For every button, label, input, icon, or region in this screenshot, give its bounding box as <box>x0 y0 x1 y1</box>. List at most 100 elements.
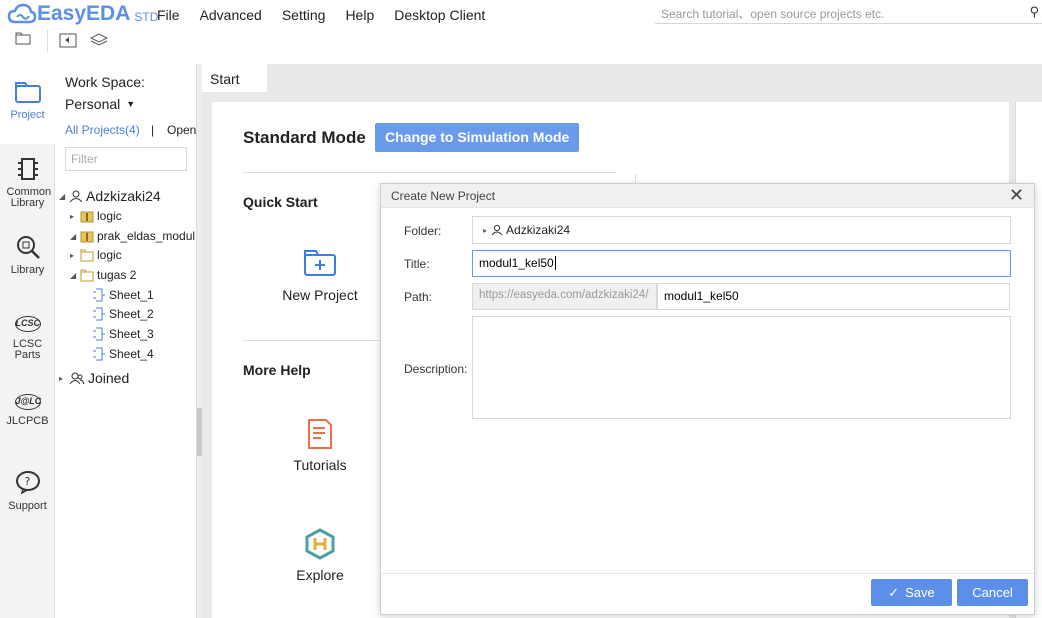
open-link[interactable]: Open <box>167 123 196 137</box>
jlc-icon: J@LC <box>14 394 41 410</box>
folder-zip-icon <box>80 211 94 222</box>
folder-select[interactable]: ▸ Adzkizaki24 <box>472 216 1011 244</box>
rail-common-library-label: Common Library <box>6 186 52 209</box>
divider <box>243 172 616 173</box>
caret-expanded-icon: ◢ <box>70 270 77 280</box>
path-input[interactable]: modul1_kel50 <box>657 283 1010 310</box>
schematic-sheet-icon <box>93 307 105 321</box>
tree-item-label: prak_eldas_modul <box>97 229 196 243</box>
workspace-select[interactable]: Personal ▼ <box>65 96 135 112</box>
link-separator: | <box>151 123 155 137</box>
tree-item[interactable]: ◢ tugas 2 <box>70 268 136 282</box>
path-value: modul1_kel50 <box>664 289 739 303</box>
filter-input[interactable]: Filter <box>65 147 187 171</box>
tree-sheet-label: Sheet_2 <box>109 307 154 321</box>
rail-support[interactable]: ? Support <box>0 470 55 512</box>
save-label: Save <box>905 585 935 600</box>
caret-expanded-icon: ◢ <box>59 191 66 201</box>
tab-start[interactable]: Start <box>202 64 267 92</box>
caret-collapsed-icon: ▸ <box>59 373 64 383</box>
tab-start-label: Start <box>210 71 240 87</box>
tree-sheet[interactable]: Sheet_2 <box>92 307 154 321</box>
rail-library[interactable]: Library <box>0 234 55 276</box>
caret-collapsed-icon: ▸ <box>483 225 488 235</box>
tree-item-label: logic <box>97 248 122 262</box>
close-icon[interactable]: ✕ <box>1009 185 1024 206</box>
folder-icon <box>80 269 94 281</box>
search-input[interactable]: Search tutorial、open source projects etc… <box>655 2 1042 24</box>
toolbar-divider <box>47 30 48 52</box>
menu-setting[interactable]: Setting <box>282 7 326 23</box>
rail-support-label: Support <box>8 500 47 512</box>
tutorials-label: Tutorials <box>293 457 347 473</box>
caret-collapsed-icon: ▸ <box>70 250 75 260</box>
menu-file[interactable]: File <box>157 7 180 23</box>
hexagon-h-icon <box>305 528 335 560</box>
explore-tile[interactable]: Explore <box>290 528 350 583</box>
tree-sheet[interactable]: Sheet_4 <box>92 347 154 361</box>
tree-sheet-label: Sheet_3 <box>109 327 154 341</box>
tree-joined-label: Joined <box>88 370 130 386</box>
text-cursor <box>554 256 556 270</box>
tree-sheet-label: Sheet_1 <box>109 288 154 302</box>
help-icon: ? <box>15 471 40 495</box>
tree-item[interactable]: ▸ logic <box>70 209 122 223</box>
schematic-sheet-icon <box>93 327 105 341</box>
layers-icon[interactable] <box>90 32 108 48</box>
tutorials-tile[interactable]: Tutorials <box>290 418 350 473</box>
save-button[interactable]: ✓ Save <box>871 579 952 606</box>
rail-common-library[interactable]: Common Library <box>0 156 55 209</box>
workspace-label: Work Space: <box>65 74 145 90</box>
brand-name: EasyEDA <box>37 2 131 25</box>
restore-icon[interactable] <box>59 32 77 48</box>
tree-owner-label: Adzkizaki24 <box>86 188 161 204</box>
menu-advanced[interactable]: Advanced <box>200 7 262 23</box>
brand-edition: STD <box>134 10 159 24</box>
search-placeholder: Search tutorial、open source projects etc… <box>661 7 885 21</box>
menu-desktop-client[interactable]: Desktop Client <box>394 7 485 23</box>
tree-item[interactable]: ▸ logic <box>70 248 122 262</box>
divider <box>243 340 380 341</box>
search-icon[interactable]: ⚲ <box>1029 4 1039 20</box>
left-rail: Project Common Library Library LCSC LCSC… <box>0 64 55 618</box>
app-logo[interactable]: EasyEDA STD <box>7 2 158 26</box>
cancel-button[interactable]: Cancel <box>957 579 1028 606</box>
check-icon: ✓ <box>888 585 900 600</box>
rail-lcsc-parts[interactable]: LCSC LCSC Parts <box>0 316 55 361</box>
change-mode-button[interactable]: Change to Simulation Mode <box>375 123 580 152</box>
rail-library-label: Library <box>10 264 45 276</box>
tree-owner[interactable]: ◢ Adzkizaki24 <box>59 188 161 204</box>
explore-label: Explore <box>296 567 344 583</box>
user-icon <box>69 190 83 203</box>
chip-icon <box>17 158 38 180</box>
new-project-tile[interactable]: New Project <box>282 249 358 303</box>
folder-zip-icon <box>80 231 94 242</box>
tree-item[interactable]: ◢ prak_eldas_modul <box>70 229 196 243</box>
all-projects-link[interactable]: All Projects(4) <box>65 123 140 137</box>
open-folder-icon[interactable] <box>15 32 31 46</box>
new-folder-icon <box>304 250 336 276</box>
project-sidebar: Work Space: Personal ▼ All Projects(4) |… <box>56 64 196 618</box>
magnifier-chip-icon <box>16 236 40 259</box>
lcsc-icon: LCSC <box>14 316 41 332</box>
user-icon <box>491 224 503 236</box>
tree-joined[interactable]: ▸ Joined <box>59 370 129 386</box>
menu-help[interactable]: Help <box>345 7 374 23</box>
description-textarea[interactable] <box>472 316 1011 419</box>
tree-sheet[interactable]: Sheet_3 <box>92 327 154 341</box>
rail-jlcpcb-label: JLCPCB <box>6 415 49 427</box>
folder-value: Adzkizaki24 <box>506 223 571 237</box>
folder-label: Folder: <box>404 224 442 238</box>
description-label: Description: <box>404 362 468 376</box>
svg-text:?: ? <box>24 475 30 488</box>
top-bar: EasyEDA STD File Advanced Setting Help D… <box>0 0 1042 64</box>
title-value: modul1_kel50 <box>479 256 554 270</box>
caret-collapsed-icon: ▸ <box>70 211 75 221</box>
folder-icon <box>14 82 41 103</box>
rail-project[interactable]: Project <box>0 64 55 144</box>
title-input[interactable]: modul1_kel50 <box>472 250 1011 277</box>
caret-expanded-icon: ◢ <box>70 231 77 241</box>
tree-sheet[interactable]: Sheet_1 <box>92 288 154 302</box>
rail-jlcpcb[interactable]: J@LC JLCPCB <box>0 394 55 427</box>
dialog-header: Create New Project <box>381 184 1034 208</box>
